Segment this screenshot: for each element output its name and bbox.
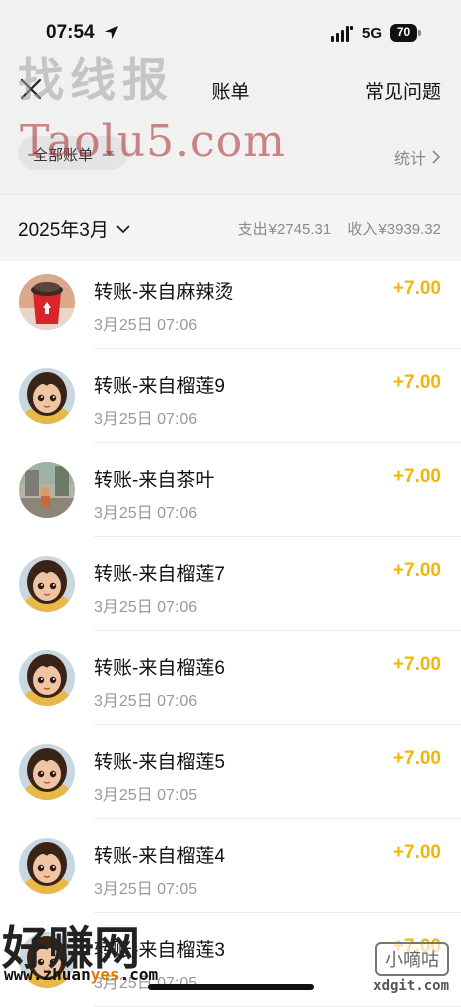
cartoon-girl-avatar bbox=[19, 368, 75, 424]
transaction-amount: +7.00 bbox=[392, 842, 441, 863]
transaction-amount: +7.00 bbox=[392, 466, 441, 487]
transaction-row[interactable]: 转账-来自茶叶 3月25日 07:06 +7.00 bbox=[0, 443, 461, 537]
watermark-top-en: Taolu5.com bbox=[20, 116, 286, 167]
transaction-row[interactable]: 转账-来自榴莲4 3月25日 07:05 +7.00 bbox=[0, 819, 461, 913]
stats-label: 统计 bbox=[393, 151, 426, 168]
transaction-row[interactable]: 转账-来自榴莲7 3月25日 07:06 +7.00 bbox=[0, 537, 461, 631]
watermark-url-part-b: yes bbox=[90, 965, 120, 984]
transaction-title: 转账-来自榴莲6 bbox=[94, 658, 225, 679]
watermark-url-part-c: .com bbox=[119, 965, 159, 984]
month-totals: 支出¥2745.31 收入¥3939.32 bbox=[235, 218, 441, 239]
transaction-row[interactable]: 转账-来自榴莲5 3月25日 07:05 +7.00 bbox=[0, 725, 461, 819]
network-label: 5G bbox=[362, 25, 383, 42]
chevron-down-icon bbox=[116, 224, 130, 233]
transaction-title: 转账-来自茶叶 bbox=[94, 470, 215, 491]
location-arrow-icon bbox=[104, 25, 119, 40]
transaction-time: 3月25日 07:06 bbox=[94, 599, 198, 616]
transaction-amount: +7.00 bbox=[392, 654, 441, 675]
transaction-title: 转账-来自榴莲5 bbox=[94, 752, 225, 773]
street-photo-avatar bbox=[19, 462, 75, 518]
income-value: ¥3939.32 bbox=[378, 221, 441, 238]
transaction-time: 3月25日 07:06 bbox=[94, 317, 198, 334]
transaction-time: 3月25日 07:05 bbox=[94, 881, 198, 898]
transaction-title: 转账-来自麻辣烫 bbox=[94, 282, 234, 303]
expense-value: ¥2745.31 bbox=[268, 221, 332, 238]
transaction-title: 转账-来自榴莲7 bbox=[94, 564, 225, 585]
watermark-bottom-left-url: www.zhuanyes.com bbox=[4, 965, 158, 984]
stats-link[interactable]: 统计 bbox=[394, 145, 441, 169]
faq-button[interactable]: 常见问题 bbox=[365, 77, 441, 104]
watermark-url-part-a: www.zhuan bbox=[4, 965, 91, 984]
home-indicator bbox=[148, 984, 314, 990]
status-time: 07:54 bbox=[46, 22, 95, 43]
transaction-time: 3月25日 07:06 bbox=[94, 693, 198, 710]
cartoon-girl-avatar bbox=[19, 556, 75, 612]
transaction-title: 转账-来自榴莲9 bbox=[94, 376, 225, 397]
watermark-bottom-right-url: xdgit.com bbox=[373, 978, 449, 994]
month-summary: 2025年3月 支出¥2745.31 收入¥3939.32 bbox=[0, 195, 461, 261]
transaction-time: 3月25日 07:05 bbox=[94, 787, 198, 804]
transaction-time: 3月25日 07:06 bbox=[94, 411, 198, 428]
cartoon-girl-avatar bbox=[19, 650, 75, 706]
battery-level: 70 bbox=[396, 25, 411, 39]
income-label: 收入 bbox=[347, 221, 378, 238]
chevron-right-icon bbox=[432, 150, 441, 164]
watermark-top-cn: 找线报 bbox=[18, 53, 174, 107]
transaction-amount: +7.00 bbox=[392, 560, 441, 581]
transaction-time: 3月25日 07:06 bbox=[94, 505, 198, 522]
transaction-row[interactable]: 转账-来自榴莲6 3月25日 07:06 +7.00 bbox=[0, 631, 461, 725]
transaction-amount: +7.00 bbox=[392, 278, 441, 299]
battery-icon: 70 bbox=[390, 24, 422, 42]
coffee-cup-avatar bbox=[19, 274, 75, 330]
signal-icon bbox=[331, 26, 353, 42]
cartoon-girl-avatar bbox=[19, 838, 75, 894]
expense-label: 支出 bbox=[237, 221, 268, 238]
transaction-row[interactable]: 转账-来自榴莲9 3月25日 07:06 +7.00 bbox=[0, 349, 461, 443]
transaction-title: 转账-来自榴莲4 bbox=[94, 846, 225, 867]
month-picker[interactable]: 2025年3月 bbox=[18, 215, 130, 242]
transaction-amount: +7.00 bbox=[392, 372, 441, 393]
transaction-amount: +7.00 bbox=[392, 748, 441, 769]
watermark-bottom-right: 小嘀咕 bbox=[375, 942, 449, 976]
cartoon-girl-avatar bbox=[19, 744, 75, 800]
transaction-list: 转账-来自麻辣烫 3月25日 07:06 +7.00 转账-来自榴莲9 3月25日 07… bbox=[0, 255, 461, 1007]
transaction-row[interactable]: 转账-来自麻辣烫 3月25日 07:06 +7.00 bbox=[0, 255, 461, 349]
month-label: 2025年3月 bbox=[18, 220, 109, 241]
